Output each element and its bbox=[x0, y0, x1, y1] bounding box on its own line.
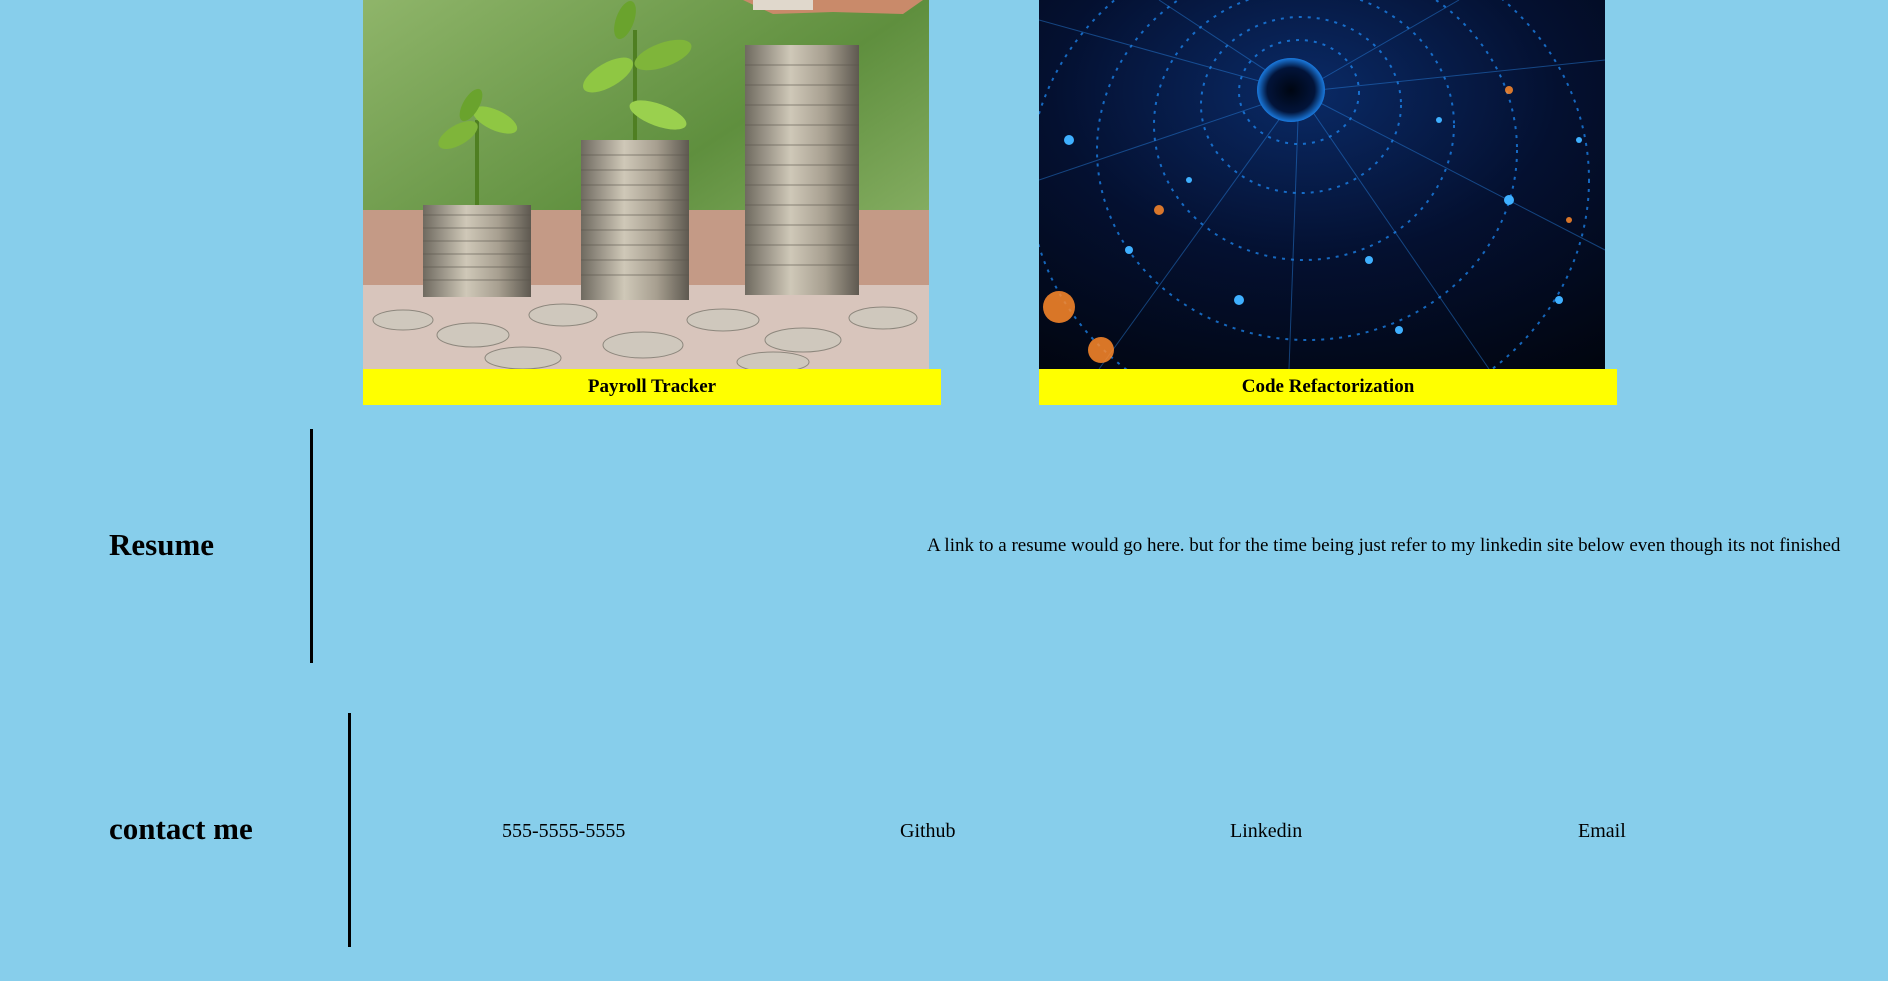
payroll-project-image[interactable] bbox=[363, 0, 929, 369]
resume-heading: Resume bbox=[109, 527, 215, 562]
code-refactor-project-image[interactable] bbox=[1039, 0, 1605, 369]
payroll-tracker-caption[interactable]: Payroll Tracker bbox=[363, 369, 941, 405]
contact-heading: contact me bbox=[109, 811, 253, 846]
portfolio-page: Payroll Tracker Code Refactorization Res… bbox=[0, 0, 1888, 981]
github-link[interactable]: Github bbox=[900, 820, 956, 843]
resume-divider bbox=[310, 429, 313, 663]
linkedin-link[interactable]: Linkedin bbox=[1230, 820, 1302, 843]
code-refactorization-caption[interactable]: Code Refactorization bbox=[1039, 369, 1617, 405]
email-link[interactable]: Email bbox=[1578, 820, 1626, 843]
contact-divider bbox=[348, 713, 351, 947]
resume-description: A link to a resume would go here. but fo… bbox=[927, 535, 1841, 556]
phone-number[interactable]: 555-5555-5555 bbox=[502, 820, 625, 843]
